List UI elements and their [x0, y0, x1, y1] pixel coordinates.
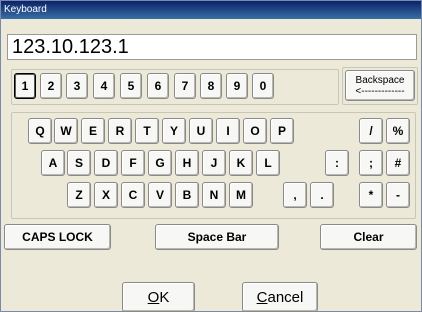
ok-button[interactable]: OK [122, 282, 195, 312]
space-bar-button[interactable]: Space Bar [155, 224, 279, 250]
key-11-row1[interactable]: % [386, 118, 410, 144]
key-6-row3[interactable]: M [229, 182, 253, 208]
ok-accel: O [147, 288, 160, 306]
key-0[interactable]: 0 [252, 73, 274, 99]
cancel-button[interactable]: Cancel [242, 282, 318, 312]
key-5-row3[interactable]: N [202, 182, 226, 208]
key-2-row3[interactable]: C [121, 182, 145, 208]
backspace-label: Backspace [355, 74, 405, 86]
key-3-row2[interactable]: F [121, 150, 145, 176]
key-1-row1[interactable]: W [54, 118, 78, 144]
key-10-row2[interactable]: ; [359, 150, 383, 176]
key-6-row2[interactable]: J [202, 150, 226, 176]
key-8-row1[interactable]: O [243, 118, 267, 144]
key-4-row1[interactable]: T [135, 118, 159, 144]
key-2[interactable]: 2 [40, 73, 62, 99]
key-5-row2[interactable]: H [175, 150, 199, 176]
caps-lock-button[interactable]: CAPS LOCK [4, 224, 111, 250]
key-9-row2[interactable]: : [325, 150, 349, 176]
key-9-row1[interactable]: P [270, 118, 294, 144]
key-4-row2[interactable]: G [148, 150, 172, 176]
key-0-row1[interactable]: Q [28, 118, 52, 144]
key-10-row3[interactable]: - [386, 182, 410, 208]
key-4[interactable]: 4 [93, 73, 115, 99]
clear-button[interactable]: Clear [320, 224, 417, 250]
title-bar: Keyboard [1, 1, 421, 19]
key-8-row2[interactable]: L [256, 150, 280, 176]
key-7[interactable]: 7 [174, 73, 196, 99]
key-5[interactable]: 5 [120, 73, 142, 99]
key-0-row3[interactable]: Z [67, 182, 91, 208]
key-1-row2[interactable]: S [67, 150, 91, 176]
key-7-row3[interactable]: , [283, 182, 307, 208]
key-2-row1[interactable]: E [81, 118, 105, 144]
cancel-rest: ancel [267, 288, 304, 306]
key-7-row1[interactable]: I [216, 118, 240, 144]
key-8[interactable]: 8 [200, 73, 222, 99]
key-0-row2[interactable]: A [41, 150, 65, 176]
cancel-accel: C [256, 288, 268, 306]
ok-rest: K [159, 288, 170, 306]
key-6[interactable]: 6 [147, 73, 169, 99]
keyboard-window: Keyboard 123.10.123.1 Backspace <-------… [0, 0, 422, 312]
key-6-row1[interactable]: U [189, 118, 213, 144]
key-8-row3[interactable]: . [310, 182, 334, 208]
key-1[interactable]: 1 [14, 73, 36, 99]
key-9[interactable]: 9 [226, 73, 248, 99]
key-10-row1[interactable]: / [359, 118, 383, 144]
key-5-row1[interactable]: Y [162, 118, 186, 144]
key-7-row2[interactable]: K [229, 150, 253, 176]
key-3[interactable]: 3 [66, 73, 88, 99]
key-3-row3[interactable]: V [148, 182, 172, 208]
key-2-row2[interactable]: D [94, 150, 118, 176]
key-1-row3[interactable]: X [94, 182, 118, 208]
keyboard-display-field[interactable]: 123.10.123.1 [7, 34, 417, 60]
key-3-row1[interactable]: R [108, 118, 132, 144]
key-11-row2[interactable]: # [386, 150, 410, 176]
key-4-row3[interactable]: B [175, 182, 199, 208]
backspace-button[interactable]: Backspace <------------- [345, 70, 415, 101]
backspace-arrow: <------------- [355, 85, 405, 97]
key-9-row3[interactable]: * [359, 182, 383, 208]
